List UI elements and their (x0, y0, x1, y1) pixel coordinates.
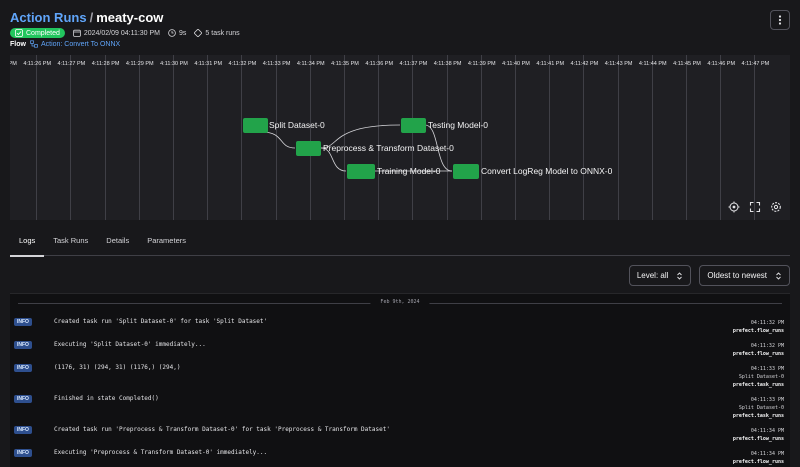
sort-select-value: Oldest to newest (707, 271, 767, 280)
duration: 9s (168, 29, 186, 37)
settings-icon (771, 202, 781, 212)
fullscreen-icon (749, 201, 761, 213)
log-message: (1176, 31) (294, 31) (1176,) (294,) (54, 364, 181, 371)
log-message: Executing 'Preprocess & Transform Datase… (54, 449, 268, 456)
task-icon (194, 29, 203, 37)
log-time: 04:11:33 PM (750, 366, 784, 372)
flow-icon (30, 40, 38, 48)
status-badge: Completed (10, 28, 65, 38)
log-source: prefect.flow_runs (732, 351, 784, 357)
tab-task-runs[interactable]: Task Runs (44, 226, 97, 256)
flow-run-timeline[interactable]: 4:11:25 PM4:11:26 PM4:11:27 PM4:11:28 PM… (10, 55, 790, 220)
log-task-name: Split Dataset-0 (738, 405, 784, 411)
kebab-menu-icon (778, 15, 782, 25)
task-node-split-dataset[interactable] (243, 118, 268, 133)
log-time: 04:11:32 PM (750, 343, 784, 349)
start-time-value: 2024/02/09 04:11:30 PM (83, 29, 161, 37)
tab-logs[interactable]: Logs (10, 226, 45, 257)
log-time: 04:11:34 PM (750, 451, 784, 457)
tab-parameters[interactable]: Parameters (138, 226, 195, 256)
log-meta: 04:11:33 PM Split Dataset-0 prefect.task… (733, 365, 784, 389)
task-node-testing-model[interactable] (401, 118, 426, 133)
task-node-convert-onnx[interactable] (453, 164, 479, 179)
run-tabs: Logs Task Runs Details Parameters (10, 226, 790, 257)
log-level-badge: INFO (14, 395, 32, 403)
more-options-button[interactable] (770, 10, 790, 30)
task-node-preprocess[interactable] (296, 141, 321, 156)
log-time: 04:11:34 PM (750, 428, 784, 434)
start-time: 2024/02/09 04:11:30 PM (73, 29, 160, 37)
tab-details[interactable]: Details (97, 226, 138, 256)
task-runs-value: 5 task runs (205, 29, 240, 37)
fullscreen-button[interactable] (749, 201, 761, 213)
run-meta: Completed 2024/02/09 04:11:30 PM 9s 5 ta… (10, 28, 240, 38)
log-level-badge: INFO (14, 318, 32, 326)
log-level-badge: INFO (14, 449, 32, 457)
crosshair-icon (728, 201, 740, 213)
log-task-name: Split Dataset-0 (738, 374, 784, 380)
log-level-badge: INFO (14, 341, 32, 349)
breadcrumb-separator: / (89, 10, 94, 25)
log-meta: 04:11:34 PM prefect.flow_runs (733, 450, 784, 466)
flow-label: Flow (10, 40, 26, 48)
log-message: Executing 'Split Dataset-0' immediately.… (54, 341, 206, 348)
log-level-badge: INFO (14, 364, 32, 372)
log-message: Created task run 'Preprocess & Transform… (54, 426, 390, 433)
flow-link[interactable]: Action: Convert To ONNX (30, 40, 120, 48)
log-panel[interactable]: Feb 9th, 2024 INFO Created task run 'Spl… (10, 293, 790, 467)
log-meta: 04:11:32 PM prefect.flow_runs (733, 319, 784, 335)
dependency-edges (261, 124, 453, 172)
recenter-button[interactable] (728, 201, 740, 213)
duration-value: 9s (179, 29, 187, 37)
page-title: Action Runs / meaty-cow (10, 10, 163, 25)
log-meta: 04:11:32 PM prefect.flow_runs (733, 342, 784, 358)
status-label: Completed (26, 29, 60, 37)
log-message: Finished in state Completed() (54, 395, 159, 402)
log-meta: 04:11:33 PM Split Dataset-0 prefect.task… (733, 396, 784, 420)
log-source: prefect.flow_runs (732, 328, 784, 334)
log-time: 04:11:32 PM (750, 320, 784, 326)
log-filters: Level: all Oldest to newest (628, 265, 790, 286)
level-select-value: Level: all (636, 271, 669, 280)
task-label-training-model: Training Model-0 (377, 166, 441, 176)
log-source: prefect.task_runs (732, 382, 784, 388)
breadcrumb-action-runs[interactable]: Action Runs (10, 10, 87, 25)
task-runs-count: 5 task runs (194, 29, 240, 37)
level-select[interactable]: Level: all (628, 265, 692, 286)
run-name: meaty-cow (96, 10, 164, 25)
log-message: Created task run 'Split Dataset-0' for t… (54, 318, 268, 325)
task-label-convert-onnx: Convert LogReg Model to ONNX-0 (481, 166, 613, 176)
task-label-split-dataset: Split Dataset-0 (269, 120, 325, 130)
log-level-badge: INFO (14, 426, 32, 434)
timeline-settings-button[interactable] (770, 201, 782, 213)
flow-info: Flow Action: Convert To ONNX (10, 40, 120, 48)
flow-name: Action: Convert To ONNX (40, 40, 121, 48)
task-label-testing-model: Testing Model-0 (428, 120, 489, 130)
timeline-controls (728, 201, 782, 213)
calendar-icon (73, 29, 81, 37)
sort-select[interactable]: Oldest to newest (699, 265, 790, 286)
log-time: 04:11:33 PM (750, 397, 784, 403)
log-source: prefect.task_runs (732, 413, 784, 419)
log-source: prefect.flow_runs (732, 459, 784, 465)
chevron-updown-icon (677, 271, 683, 280)
date-divider-label: Feb 9th, 2024 (370, 299, 430, 305)
task-label-preprocess: Preprocess & Transform Dataset-0 (323, 143, 454, 153)
run-header: Action Runs / meaty-cow Completed 2024/02/… (10, 8, 790, 52)
chevron-updown-icon (776, 271, 781, 280)
clock-icon (168, 29, 176, 37)
log-source: prefect.flow_runs (732, 436, 784, 442)
check-icon (15, 29, 23, 37)
log-meta: 04:11:34 PM prefect.flow_runs (733, 427, 784, 443)
task-node-training-model[interactable] (347, 164, 375, 179)
date-divider: Feb 9th, 2024 (18, 299, 782, 305)
